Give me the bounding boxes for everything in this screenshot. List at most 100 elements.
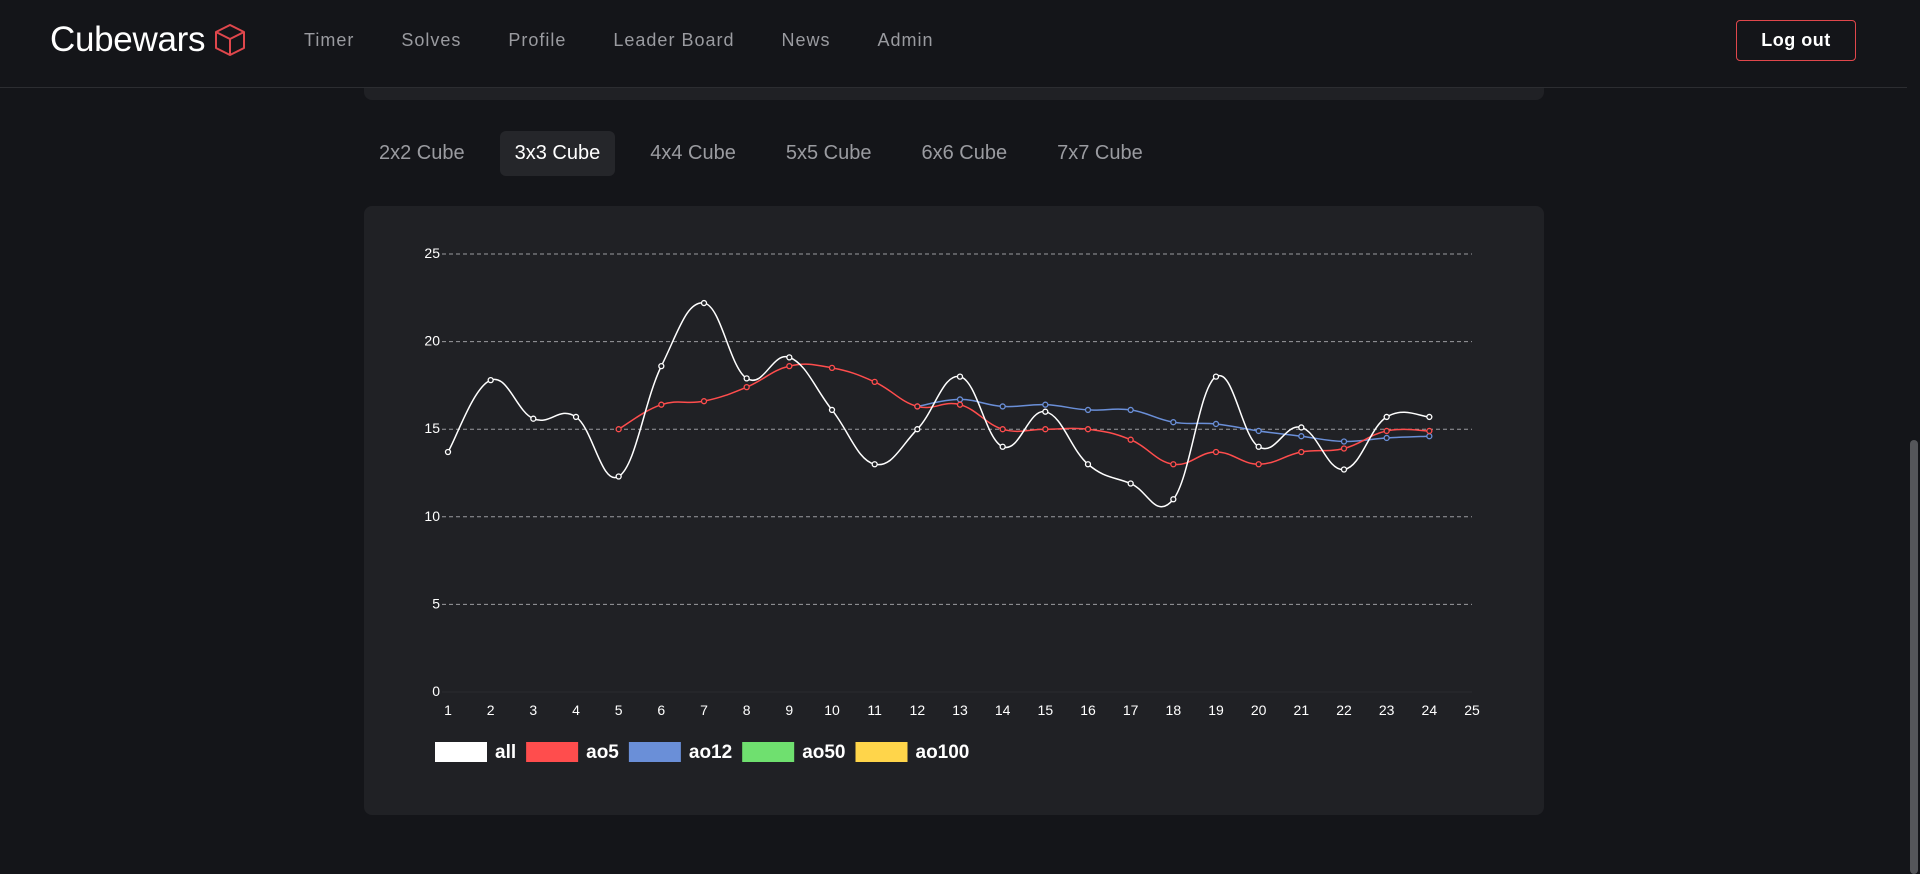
data-point-ao5[interactable] xyxy=(1255,461,1262,468)
data-point-ao5[interactable] xyxy=(1127,436,1134,443)
data-point-all[interactable] xyxy=(1212,373,1220,380)
data-point-all[interactable] xyxy=(1426,413,1433,421)
data-point-all[interactable] xyxy=(658,362,665,370)
y-tick-label: 5 xyxy=(432,595,440,611)
page-scrollbar[interactable] xyxy=(1907,0,1920,874)
data-point-ao5[interactable] xyxy=(1383,427,1390,435)
legend-swatch-ao100[interactable] xyxy=(855,742,908,762)
solve-time-chart: 0510152025 1 2 3 4 5 6 7 8 9 10 11 12 13 14 15 16 17 18 19… xyxy=(424,245,1480,763)
x-tick-label: 3 xyxy=(529,702,537,718)
nav-link-timer[interactable]: Timer xyxy=(304,30,354,51)
data-point-all[interactable] xyxy=(1127,480,1134,487)
series-line-ao5 xyxy=(618,363,1430,466)
data-point-ao5[interactable] xyxy=(1340,445,1348,452)
data-point-ao12[interactable] xyxy=(1255,427,1262,435)
data-point-ao5[interactable] xyxy=(1170,461,1177,468)
data-point-ao12[interactable] xyxy=(1298,433,1305,440)
data-point-all[interactable] xyxy=(786,354,793,361)
legend-swatch-all[interactable] xyxy=(435,742,487,762)
data-point-ao12[interactable] xyxy=(1340,438,1348,445)
data-point-ao5[interactable] xyxy=(1298,448,1305,456)
data-point-ao12[interactable] xyxy=(1212,420,1220,428)
data-point-ao12[interactable] xyxy=(999,403,1006,410)
tab-4x4-cube[interactable]: 4x4 Cube xyxy=(635,131,751,176)
x-tick-label: 17 xyxy=(1123,702,1139,718)
data-point-all[interactable] xyxy=(530,415,537,422)
y-tick-label: 10 xyxy=(424,508,440,524)
data-point-all[interactable] xyxy=(956,373,964,380)
brand-logo[interactable]: Cubewars xyxy=(50,20,247,60)
data-point-ao12[interactable] xyxy=(1426,433,1433,440)
data-point-ao5[interactable] xyxy=(999,426,1006,433)
scrollbar-thumb[interactable] xyxy=(1910,440,1918,874)
data-point-ao12[interactable] xyxy=(1042,401,1049,408)
data-point-all[interactable] xyxy=(1042,408,1049,415)
x-tick-label: 7 xyxy=(700,702,708,718)
data-point-all[interactable] xyxy=(1298,424,1305,431)
data-point-all[interactable] xyxy=(828,406,836,414)
tab-6x6-cube[interactable]: 6x6 Cube xyxy=(907,131,1023,176)
data-point-ao5[interactable] xyxy=(1426,427,1433,435)
data-point-ao12[interactable] xyxy=(1084,406,1092,414)
data-point-ao5[interactable] xyxy=(615,426,622,433)
data-point-ao5[interactable] xyxy=(1042,426,1049,433)
x-tick-label: 13 xyxy=(952,702,968,718)
legend-swatch-ao12[interactable] xyxy=(628,742,681,762)
y-axis-ticks: 0 5 10 15 20 25 xyxy=(424,245,440,699)
data-point-all[interactable] xyxy=(999,443,1006,450)
data-point-ao5[interactable] xyxy=(1084,426,1092,433)
y-tick-label: 15 xyxy=(424,420,440,436)
data-point-ao12[interactable] xyxy=(1383,434,1390,442)
data-point-all[interactable] xyxy=(1383,413,1390,421)
x-tick-label: 4 xyxy=(572,702,580,718)
nav-link-solves[interactable]: Solves xyxy=(401,30,461,51)
data-point-all[interactable] xyxy=(1340,466,1348,473)
tab-2x2-cube[interactable]: 2x2 Cube xyxy=(364,131,480,176)
data-point-all[interactable] xyxy=(743,375,750,382)
data-point-ao5[interactable] xyxy=(956,401,964,408)
chart-grid xyxy=(442,253,1472,693)
data-point-ao5[interactable] xyxy=(1212,448,1220,456)
legend-label-ao12[interactable]: ao12 xyxy=(689,742,732,763)
data-point-ao5[interactable] xyxy=(700,398,708,405)
data-point-ao5[interactable] xyxy=(743,384,750,391)
tab-5x5-cube[interactable]: 5x5 Cube xyxy=(771,131,887,176)
x-tick-label: 5 xyxy=(615,702,623,718)
data-point-ao5[interactable] xyxy=(914,403,921,410)
data-point-all[interactable] xyxy=(1170,496,1177,503)
data-point-all[interactable] xyxy=(1084,461,1092,468)
data-point-all[interactable] xyxy=(615,473,622,480)
data-point-all[interactable] xyxy=(1255,443,1262,450)
legend-label-all[interactable]: all xyxy=(495,742,516,763)
data-point-all[interactable] xyxy=(700,299,708,307)
legend-label-ao50[interactable]: ao50 xyxy=(802,742,845,763)
data-point-ao5[interactable] xyxy=(658,401,665,408)
tab-3x3-cube[interactable]: 3x3 Cube xyxy=(499,131,616,176)
nav-link-news[interactable]: News xyxy=(781,30,830,51)
legend-swatch-ao50[interactable] xyxy=(742,742,795,762)
tab-7x7-cube[interactable]: 7x7 Cube xyxy=(1042,131,1158,176)
data-point-ao5[interactable] xyxy=(828,364,836,372)
legend-label-ao5[interactable]: ao5 xyxy=(586,742,619,763)
data-point-all[interactable] xyxy=(572,413,580,421)
solve-time-chart-card: 0 5 10 15 20 25 1 2 3 4 5 6 7 8 9 10 11 12 13 14 15 16 17 18 19… xyxy=(364,206,1544,815)
nav-link-admin[interactable]: Admin xyxy=(878,30,934,51)
data-point-ao12[interactable] xyxy=(956,396,964,403)
x-tick-label: 2 xyxy=(487,702,495,718)
data-point-ao12[interactable] xyxy=(1170,419,1177,426)
legend-swatch-ao5[interactable] xyxy=(526,742,579,762)
data-point-all[interactable] xyxy=(914,426,921,433)
logout-button[interactable]: Log out xyxy=(1736,20,1856,61)
data-point-ao5[interactable] xyxy=(871,378,878,386)
data-point-ao5[interactable] xyxy=(786,362,793,370)
x-tick-label: 21 xyxy=(1294,702,1310,718)
top-navbar: Cubewars Timer Solves Profile Leader Boa… xyxy=(0,0,1907,88)
nav-link-profile[interactable]: Profile xyxy=(508,30,566,51)
data-point-ao12[interactable] xyxy=(1127,406,1134,414)
data-point-all[interactable] xyxy=(444,448,452,456)
data-point-all[interactable] xyxy=(871,461,878,468)
legend-label-ao100[interactable]: ao100 xyxy=(916,742,970,763)
x-tick-label: 19 xyxy=(1208,702,1224,718)
nav-link-leader-board[interactable]: Leader Board xyxy=(613,30,734,51)
data-point-all[interactable] xyxy=(487,376,494,384)
